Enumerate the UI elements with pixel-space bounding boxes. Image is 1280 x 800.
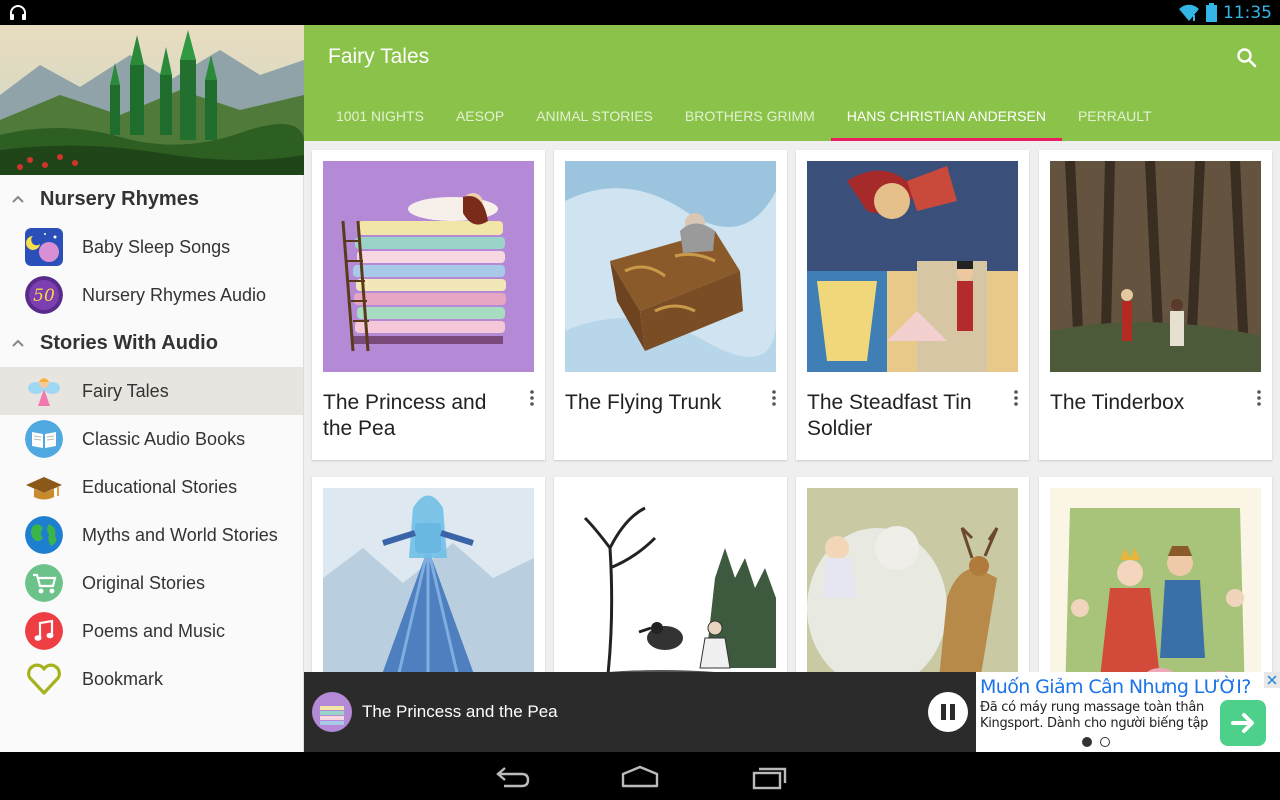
section-title: Stories With Audio bbox=[40, 331, 218, 354]
section-title: Nursery Rhymes bbox=[40, 187, 199, 210]
music-note-icon bbox=[25, 612, 63, 650]
story-illustration bbox=[1050, 488, 1261, 672]
drawer-item-label: Fairy Tales bbox=[82, 380, 169, 401]
now-playing-title: The Princess and the Pea bbox=[362, 702, 558, 721]
story-title: The Princess and the Pea bbox=[323, 391, 487, 440]
story-card[interactable] bbox=[554, 477, 787, 672]
status-bar: 11:35 bbox=[0, 0, 1280, 25]
tab-hans-christian-andersen[interactable]: HANS CHRISTIAN ANDERSEN bbox=[830, 93, 1063, 141]
drawer-item-classic-audio-books[interactable]: Classic Audio Books bbox=[0, 415, 303, 463]
drawer-item-myths-and-world-stories[interactable]: Myths and World Stories bbox=[0, 511, 303, 559]
wifi-icon bbox=[1179, 4, 1199, 21]
story-illustration bbox=[565, 161, 776, 372]
tab-1001-nights[interactable]: 1001 NIGHTS bbox=[320, 93, 440, 141]
story-title: The Tinderbox bbox=[1050, 391, 1185, 414]
drawer-item-bookmark[interactable]: Bookmark bbox=[0, 655, 303, 703]
drawer-item-label: Educational Stories bbox=[82, 476, 238, 497]
story-illustration bbox=[323, 488, 534, 672]
story-illustration bbox=[1050, 161, 1261, 372]
ad-close-icon[interactable] bbox=[1264, 672, 1280, 688]
tab-animal-stories[interactable]: ANIMAL STORIES bbox=[520, 93, 669, 141]
ad-pager bbox=[1082, 737, 1110, 747]
section-stories-with-audio[interactable]: Stories With Audio bbox=[0, 319, 303, 367]
chevron-up-icon bbox=[12, 195, 24, 203]
headset-icon bbox=[10, 5, 26, 20]
story-title: The Steadfast Tin Soldier bbox=[807, 391, 972, 440]
story-card[interactable]: The Steadfast Tin Soldier bbox=[796, 150, 1029, 460]
clock: 11:35 bbox=[1223, 2, 1272, 23]
drawer-item-poems-and-music[interactable]: Poems and Music bbox=[0, 607, 303, 655]
drawer-item-fairy-tales[interactable]: Fairy Tales bbox=[0, 367, 303, 415]
drawer-item-educational-stories[interactable]: Educational Stories bbox=[0, 463, 303, 511]
fairy-icon bbox=[25, 372, 63, 410]
story-title: The Flying Trunk bbox=[565, 391, 722, 414]
pause-button[interactable] bbox=[928, 692, 968, 732]
pager-dot[interactable] bbox=[1100, 737, 1110, 747]
story-illustration bbox=[323, 161, 534, 372]
battery-icon bbox=[1206, 3, 1217, 22]
recent-apps-icon[interactable] bbox=[750, 764, 790, 790]
drawer-item-label: Poems and Music bbox=[82, 620, 226, 641]
story-card[interactable] bbox=[796, 477, 1029, 672]
now-playing-thumbnail bbox=[312, 692, 352, 732]
section-nursery-rhymes[interactable]: Nursery Rhymes bbox=[0, 175, 303, 223]
drawer-item-label: Myths and World Stories bbox=[82, 524, 278, 545]
ad-body: Đã có máy rung massage toàn thân Kingspo… bbox=[980, 700, 1209, 731]
drawer-item-label: Bookmark bbox=[82, 668, 164, 689]
tab-aesop[interactable]: AESOP bbox=[440, 93, 520, 141]
drawer-header-image bbox=[0, 25, 304, 175]
drawer-item-original-stories[interactable]: Original Stories bbox=[0, 559, 303, 607]
chevron-up-icon bbox=[12, 339, 24, 347]
drawer-item-nursery-rhymes-audio[interactable]: 50 Nursery Rhymes Audio bbox=[0, 271, 303, 319]
story-card[interactable]: The Flying Trunk bbox=[554, 150, 787, 460]
fifty-badge-icon: 50 bbox=[25, 276, 63, 314]
more-options-icon[interactable] bbox=[1011, 388, 1021, 408]
story-card[interactable] bbox=[312, 477, 545, 672]
globe-icon bbox=[25, 516, 63, 554]
drawer-item-label: Baby Sleep Songs bbox=[82, 236, 231, 257]
svg-text:50: 50 bbox=[33, 286, 55, 306]
story-illustration bbox=[807, 161, 1018, 372]
story-card[interactable] bbox=[1039, 477, 1272, 672]
pager-dot-active[interactable] bbox=[1082, 737, 1092, 747]
story-card[interactable]: The Princess and the Pea bbox=[312, 150, 545, 460]
arrow-right-icon bbox=[1231, 713, 1254, 733]
story-grid: The Princess and the Pea The Flying Trun… bbox=[304, 141, 1280, 672]
tab-perrault[interactable]: PERRAULT bbox=[1062, 93, 1168, 141]
system-navigation-bar bbox=[0, 752, 1280, 800]
back-icon[interactable] bbox=[492, 764, 532, 790]
story-illustration bbox=[565, 488, 776, 672]
ad-headline: Muốn Giảm Cân Nhưng LƯỜI? bbox=[980, 676, 1251, 698]
drawer-item-label: Classic Audio Books bbox=[82, 428, 246, 449]
ad-cta-button[interactable] bbox=[1220, 700, 1266, 746]
app-bar: Fairy Tales 1001 NIGHTS AESOP ANIMAL STO… bbox=[304, 25, 1280, 141]
book-icon bbox=[25, 420, 63, 458]
more-options-icon[interactable] bbox=[1254, 388, 1264, 408]
navigation-drawer: Nursery Rhymes Baby Sleep Songs 50 Nurse… bbox=[0, 25, 304, 752]
home-icon[interactable] bbox=[620, 764, 660, 790]
category-tabs: 1001 NIGHTS AESOP ANIMAL STORIES BROTHER… bbox=[320, 93, 1168, 141]
more-options-icon[interactable] bbox=[769, 388, 779, 408]
drawer-item-label: Nursery Rhymes Audio bbox=[82, 284, 267, 305]
drawer-item-label: Original Stories bbox=[82, 572, 206, 593]
pause-icon bbox=[941, 704, 955, 720]
stroller-icon bbox=[25, 564, 63, 602]
search-icon[interactable] bbox=[1236, 47, 1258, 69]
mini-player[interactable]: The Princess and the Pea bbox=[304, 672, 976, 752]
graduation-cap-icon bbox=[25, 468, 63, 506]
story-card[interactable]: The Tinderbox bbox=[1039, 150, 1272, 460]
ad-banner[interactable]: Muốn Giảm Cân Nhưng LƯỜI? Đã có máy rung… bbox=[976, 672, 1280, 752]
tab-brothers-grimm[interactable]: BROTHERS GRIMM bbox=[669, 93, 831, 141]
page-title: Fairy Tales bbox=[328, 45, 430, 68]
heart-icon bbox=[25, 660, 63, 698]
drawer-item-baby-sleep-songs[interactable]: Baby Sleep Songs bbox=[0, 223, 303, 271]
baby-sleep-icon bbox=[25, 228, 63, 266]
story-illustration bbox=[807, 488, 1018, 672]
more-options-icon[interactable] bbox=[527, 388, 537, 408]
